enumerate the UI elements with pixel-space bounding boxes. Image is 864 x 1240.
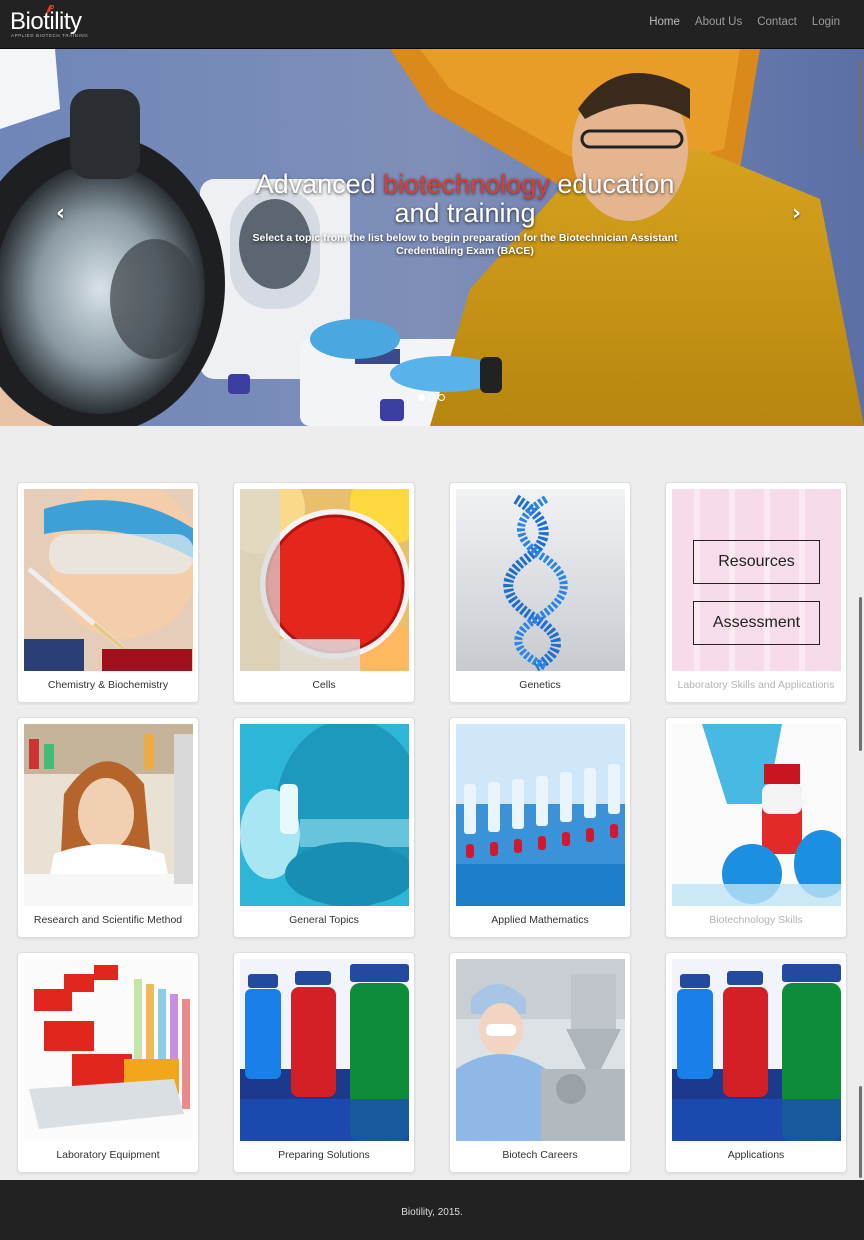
topic-label: Chemistry & Biochemistry <box>47 679 169 691</box>
footer-copyright: Biotility, 2015. <box>401 1207 463 1218</box>
hero-carousel: Advanced biotechnology education and tra… <box>0 49 864 426</box>
footer: Biotility, 2015. <box>0 1180 864 1240</box>
navbar: Biotility APPLIED BIOTECH TRAINING Home … <box>0 0 864 49</box>
topic-card-laboratory-equipment[interactable]: Laboratory Equipment <box>17 952 199 1173</box>
carousel-indicator-1[interactable] <box>418 394 425 401</box>
chevron-left-icon: ‹ <box>56 201 66 226</box>
main-nav: Home About Us Contact Login <box>649 16 840 28</box>
topic-label: Laboratory Equipment <box>56 1149 160 1161</box>
hero-title-pre: Advanced <box>255 169 384 199</box>
topic-label: Applications <box>727 1149 785 1161</box>
topic-card-general-topics[interactable]: General Topics <box>233 717 415 938</box>
nav-about-us[interactable]: About Us <box>695 16 742 28</box>
topic-card-applications[interactable]: Applications <box>665 952 847 1173</box>
topic-label: Research and Scientific Method <box>33 914 183 926</box>
hero-caption: Advanced biotechnology education and tra… <box>230 170 700 258</box>
carousel-next-button[interactable]: › <box>792 201 801 226</box>
topic-thumbnail <box>240 489 409 671</box>
topic-label: Genetics <box>519 679 561 691</box>
topic-thumbnail <box>672 959 841 1141</box>
topic-thumbnail <box>24 489 193 671</box>
topic-card-biotech-careers[interactable]: Biotech Careers <box>449 952 631 1173</box>
brand-name: Biotility <box>10 8 82 35</box>
carousel-indicator-3[interactable] <box>438 394 445 401</box>
assessment-button[interactable]: Assessment <box>693 601 820 645</box>
topic-label: Biotech Careers <box>502 1149 578 1161</box>
hero-title: Advanced biotechnology education and tra… <box>230 170 700 228</box>
carousel-indicators <box>418 394 445 401</box>
hero-title-highlight: biotechnology <box>383 169 550 199</box>
topic-thumbnail <box>456 724 625 906</box>
carousel-prev-button[interactable]: ‹ <box>56 201 65 226</box>
topic-thumbnail <box>24 959 193 1141</box>
carousel-indicator-2[interactable] <box>428 394 435 401</box>
topic-label: Applied Mathematics <box>491 914 589 926</box>
topic-card-chemistry[interactable]: Chemistry & Biochemistry <box>17 482 199 703</box>
topic-label: General Topics <box>289 914 359 926</box>
topic-thumbnail <box>240 724 409 906</box>
nav-home[interactable]: Home <box>649 16 680 28</box>
topic-card-preparing-solutions[interactable]: Preparing Solutions <box>233 952 415 1173</box>
topic-label: Biotechnology Skills <box>709 914 803 926</box>
nav-login[interactable]: Login <box>812 16 840 28</box>
chevron-right-icon: › <box>792 201 802 226</box>
topic-thumbnail <box>456 959 625 1141</box>
topic-thumbnail: Resources Assessment <box>672 489 841 671</box>
topic-label: Cells <box>312 679 336 691</box>
brand-logo[interactable]: Biotility APPLIED BIOTECH TRAINING <box>10 4 100 44</box>
topic-label: Laboratory Skills and Applications <box>677 679 835 691</box>
topic-label: Preparing Solutions <box>278 1149 370 1161</box>
hero-subtitle: Select a topic from the list below to be… <box>252 232 678 257</box>
page-scrollbar[interactable] <box>857 0 864 1240</box>
topic-thumbnail <box>240 959 409 1141</box>
topic-card-genetics[interactable]: Genetics <box>449 482 631 703</box>
topic-thumbnail <box>456 489 625 671</box>
topic-thumbnail <box>672 724 841 906</box>
topic-card-laboratory-skills[interactable]: Resources Assessment Laboratory Skills a… <box>665 482 847 703</box>
brand-tagline: APPLIED BIOTECH TRAINING <box>11 33 89 38</box>
topic-card-applied-mathematics[interactable]: Applied Mathematics <box>449 717 631 938</box>
topic-card-cells[interactable]: Cells <box>233 482 415 703</box>
topic-card-research[interactable]: Research and Scientific Method <box>17 717 199 938</box>
resources-button[interactable]: Resources <box>693 540 820 584</box>
topic-thumbnail <box>24 724 193 906</box>
nav-contact[interactable]: Contact <box>757 16 797 28</box>
topic-card-biotechnology-skills[interactable]: Biotechnology Skills <box>665 717 847 938</box>
